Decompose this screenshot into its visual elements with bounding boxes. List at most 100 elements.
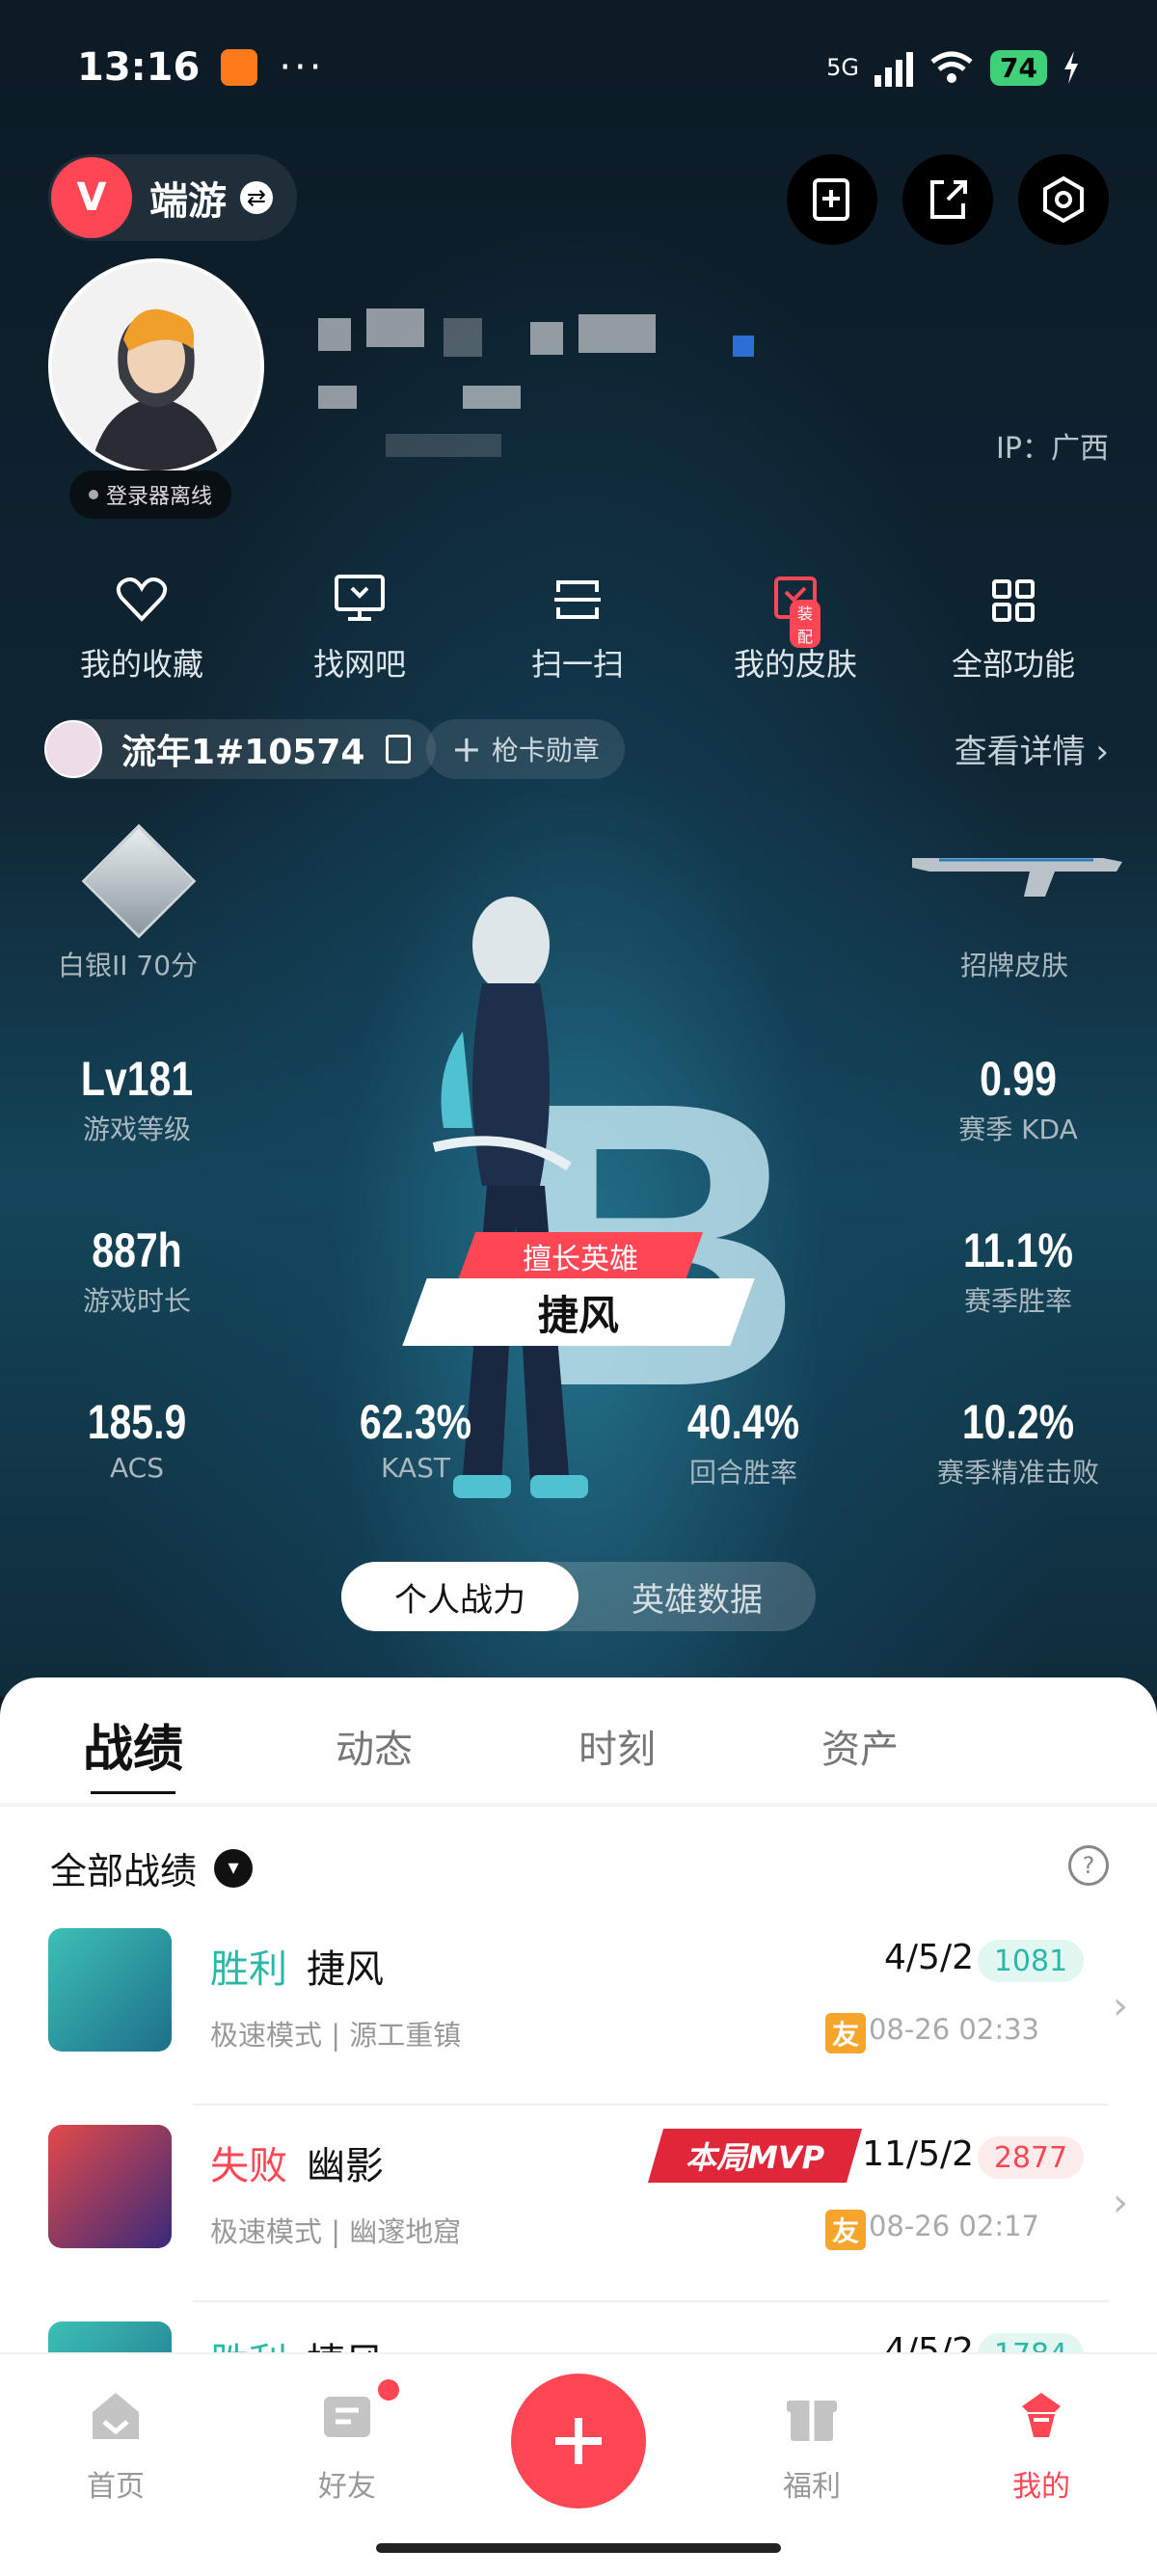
match-score: 1081 — [978, 1940, 1084, 1982]
medal-label: 枪卡勋章 — [491, 735, 600, 766]
nav-friends[interactable]: 好友 — [289, 2387, 405, 2505]
records-filter[interactable]: 全部战绩 ▾ — [50, 1841, 254, 1894]
nav-benefits[interactable]: 福利 — [754, 2387, 870, 2505]
quick-menu: 我的收藏 找网吧 扫一扫 装配 我的皮肤 全部功能 — [0, 559, 1157, 684]
match-row[interactable]: 胜利 捷风 极速模式 | 源工重镇 4/5/2 1081 友 08-26 02:… — [0, 1928, 1157, 2127]
match-time: 08-26 02:33 — [868, 2013, 1039, 2046]
toggle-hero-data[interactable]: 英雄数据 — [578, 1562, 816, 1631]
nav-me-label: 我的 — [1012, 2470, 1070, 2504]
copy-icon[interactable] — [386, 735, 412, 764]
login-status-text: 登录器离线 — [106, 485, 213, 509]
stat-kast: 62.3% KAST — [334, 1394, 498, 1484]
stat-kast-label: KAST — [381, 1452, 450, 1484]
more-notifications-icon: ··· — [279, 45, 325, 90]
create-post-button[interactable] — [511, 2374, 646, 2509]
avatar[interactable] — [48, 258, 264, 474]
best-hero-name-text: 捷风 — [537, 1291, 619, 1339]
stat-acs-value: 185.9 — [87, 1395, 187, 1449]
tab-records[interactable]: 战绩 — [83, 1708, 183, 1781]
records-filter-label: 全部战绩 — [50, 1850, 198, 1892]
nav-me[interactable]: 我的 — [983, 2387, 1099, 2505]
share-button[interactable] — [902, 154, 993, 245]
heart-icon — [116, 577, 168, 622]
settings-button[interactable] — [1018, 154, 1109, 245]
status-bar: 13:16 ··· 5G 74 — [77, 39, 1080, 96]
quick-item-all[interactable]: 全部功能 — [904, 559, 1122, 684]
mvp-badge: 本局MVP — [647, 2129, 863, 2183]
match-kda: 11/5/2 — [862, 2134, 974, 2174]
nav-friends-label: 好友 — [318, 2470, 376, 2504]
stat-round-winrate: 40.4% 回合胜率 — [661, 1394, 825, 1490]
best-hero-tag-text: 擅长英雄 — [523, 1243, 638, 1276]
profile-hero: 13:16 ··· 5G 74 V 端游 ⇄ 登录器离线 IP：广西 我的收藏 … — [0, 0, 1157, 1697]
stat-round-winrate-value: 40.4% — [686, 1395, 800, 1449]
quick-item-skins[interactable]: 装配 我的皮肤 — [686, 559, 904, 684]
help-icon[interactable]: ? — [1068, 1845, 1109, 1886]
view-details-link[interactable]: 查看详情 › — [955, 725, 1109, 772]
stat-level-value: Lv181 — [80, 1052, 194, 1106]
match-mode: 极速模式 | 幽邃地窟 — [210, 2215, 462, 2248]
hero-thumbnail-jett — [48, 1928, 172, 2052]
data-view-toggle: 个人战力 英雄数据 — [341, 1562, 816, 1631]
toggle-personal-power[interactable]: 个人战力 — [341, 1562, 578, 1631]
stat-winrate-value: 11.1% — [962, 1223, 1073, 1277]
stat-kda-label: 赛季 KDA — [958, 1114, 1078, 1145]
match-row[interactable]: 失败 幽影 极速模式 | 幽邃地窟 本局MVP 11/5/2 2877 友 08… — [0, 2125, 1157, 2323]
login-status-badge: 登录器离线 — [69, 470, 232, 519]
chevron-down-icon: ▾ — [214, 1848, 254, 1888]
active-tab-indicator — [91, 1784, 175, 1794]
home-indicator — [376, 2543, 781, 2553]
stat-precision-value: 10.2% — [961, 1395, 1075, 1449]
game-id: 流年1#10574 — [121, 733, 365, 772]
share-icon — [930, 180, 967, 219]
match-result: 失败 — [210, 2144, 287, 2188]
tab-highlights[interactable]: 时刻 — [578, 1718, 656, 1774]
content-tabs: 战绩 动态 时刻 资产 — [0, 1704, 1157, 1801]
quick-label-netcafe: 找网吧 — [312, 646, 406, 683]
tab-assets[interactable]: 资产 — [821, 1718, 899, 1774]
game-switch-button[interactable]: V 端游 ⇄ — [48, 154, 297, 241]
view-details-label: 查看详情 — [954, 733, 1086, 771]
chevron-right-icon: › — [1095, 733, 1109, 771]
status-time: 13:16 — [77, 45, 201, 90]
game-avatar — [44, 720, 102, 778]
tab-moments[interactable]: 动态 — [336, 1718, 413, 1774]
nav-benefits-label: 福利 — [783, 2470, 841, 2504]
battery-indicator: 74 — [990, 49, 1047, 86]
divider — [0, 1803, 1157, 1807]
stat-hours-label: 游戏时长 — [82, 1285, 191, 1317]
scan-icon — [554, 580, 601, 619]
match-score: 2877 — [978, 2136, 1084, 2179]
offline-dot-icon — [89, 490, 98, 499]
row-divider — [193, 2104, 1109, 2106]
stat-round-winrate-label: 回合胜率 — [688, 1457, 797, 1489]
skin-gun-icon[interactable] — [910, 848, 1124, 899]
gun-card-medal-button[interactable]: + 枪卡勋章 — [426, 719, 625, 779]
quick-label-all: 全部功能 — [951, 646, 1075, 683]
quick-item-netcafe[interactable]: 找网吧 — [251, 559, 469, 684]
match-hero: 幽影 — [307, 2144, 384, 2188]
rank-emblem-icon[interactable] — [81, 823, 197, 939]
rank-label: 白银II 70分 — [58, 950, 199, 981]
add-card-button[interactable] — [787, 154, 877, 245]
stat-winrate-label: 赛季胜率 — [963, 1285, 1072, 1317]
add-card-icon — [813, 178, 849, 221]
game-id-pill[interactable]: 流年1#10574 — [44, 719, 437, 779]
stat-level-label: 游戏等级 — [82, 1114, 191, 1145]
quick-item-favorites[interactable]: 我的收藏 — [33, 559, 251, 684]
network-label: 5G — [826, 54, 860, 81]
stat-hours: 887h 游戏时长 — [58, 1222, 216, 1319]
match-result: 胜利 — [210, 1947, 287, 1992]
quick-item-scan[interactable]: 扫一扫 — [469, 559, 686, 684]
match-hero: 捷风 — [307, 1947, 384, 1992]
gift-icon — [787, 2401, 837, 2441]
swap-icon: ⇄ — [240, 181, 273, 214]
nav-home[interactable]: 首页 — [58, 2387, 174, 2505]
signal-icon — [874, 48, 914, 87]
stat-kda-value: 0.99 — [980, 1052, 1057, 1106]
nav-home-label: 首页 — [87, 2470, 145, 2504]
mvp-badge-text: 本局MVP — [685, 2139, 825, 2176]
best-hero-name[interactable]: 捷风 — [402, 1278, 755, 1346]
friend-badge: 友 — [825, 2210, 866, 2250]
skin-badge: 装配 — [790, 600, 821, 648]
